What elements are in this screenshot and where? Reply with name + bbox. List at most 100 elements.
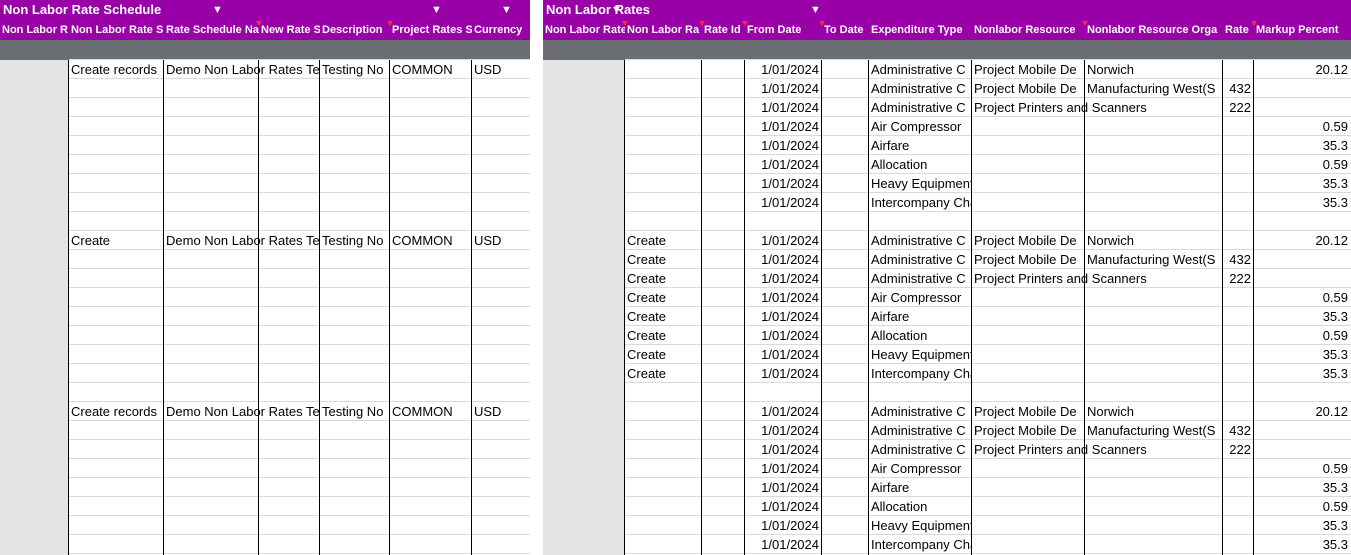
table-cell[interactable]: 222 — [1223, 98, 1254, 117]
table-cell[interactable]: USD — [472, 231, 530, 250]
table-cell[interactable]: 20.12 — [1254, 402, 1351, 421]
table-cell[interactable]: Project Mobile De — [972, 79, 1085, 98]
table-cell[interactable]: 0.59 — [1254, 155, 1351, 174]
table-cell[interactable]: Administrative C — [869, 231, 972, 250]
table-cell[interactable]: COMMON — [390, 231, 472, 250]
table-cell[interactable]: 1/01/2024 — [745, 440, 822, 459]
table-cell[interactable]: Administrative C — [869, 402, 972, 421]
table-cell[interactable]: Create — [625, 307, 702, 326]
filter-dropdown-icon[interactable]: ▼ — [611, 3, 622, 17]
table-cell[interactable]: Manufacturing West(S — [1085, 250, 1223, 269]
table-cell[interactable]: Air Compressor — [869, 459, 972, 478]
table-cell[interactable]: 1/01/2024 — [745, 497, 822, 516]
column-header[interactable]: Non Labor R — [0, 21, 69, 40]
table-cell[interactable]: Create — [69, 231, 164, 250]
table-cell[interactable]: 1/01/2024 — [745, 535, 822, 554]
table-cell[interactable]: Project Mobile De — [972, 402, 1085, 421]
table-cell[interactable]: COMMON — [390, 60, 472, 79]
table-cell[interactable]: Administrative C — [869, 440, 972, 459]
table-cell[interactable]: Allocation — [869, 155, 972, 174]
table-cell[interactable]: 20.12 — [1254, 60, 1351, 79]
table-cell[interactable]: 0.59 — [1254, 288, 1351, 307]
table-cell[interactable]: Project Printers and Scanners — [972, 98, 1223, 117]
table-cell[interactable]: 1/01/2024 — [745, 193, 822, 212]
table-cell[interactable]: Intercompany Charge — [869, 535, 972, 554]
table-cell[interactable]: Allocation — [869, 497, 972, 516]
panel-splitter[interactable] — [530, 0, 543, 555]
table-cell[interactable]: 1/01/2024 — [745, 288, 822, 307]
table-cell[interactable]: Intercompany Charge — [869, 364, 972, 383]
table-cell[interactable]: Project Mobile De — [972, 231, 1085, 250]
table-cell[interactable]: Demo Non Labor Rates Te — [164, 60, 320, 79]
table-cell[interactable]: Airfare — [869, 307, 972, 326]
table-cell[interactable]: Testing No — [320, 60, 390, 79]
filter-dropdown-icon[interactable]: ▼ — [431, 3, 442, 17]
table-cell[interactable]: Project Mobile De — [972, 250, 1085, 269]
table-cell[interactable]: COMMON — [390, 402, 472, 421]
table-cell[interactable]: USD — [472, 60, 530, 79]
table-cell[interactable]: Testing No — [320, 402, 390, 421]
table-cell[interactable]: Heavy Equipment.Crane — [869, 345, 972, 364]
table-cell[interactable]: Heavy Equipment.Crane — [869, 174, 972, 193]
column-header[interactable]: Rate Id — [702, 21, 745, 40]
table-cell[interactable]: Air Compressor — [869, 117, 972, 136]
column-header[interactable]: Non Labor Ra — [625, 21, 702, 40]
table-cell[interactable]: 0.59 — [1254, 459, 1351, 478]
table-cell[interactable]: 1/01/2024 — [745, 250, 822, 269]
column-header[interactable]: From Date — [745, 21, 822, 40]
column-header[interactable]: Currency — [472, 21, 530, 40]
column-header[interactable]: To Date — [822, 21, 869, 40]
table-cell[interactable]: 1/01/2024 — [745, 478, 822, 497]
table-cell[interactable]: Project Printers and Scanners — [972, 269, 1223, 288]
column-header[interactable]: Rate Schedule Na — [164, 21, 259, 40]
column-header[interactable]: Non Labor Rate — [543, 21, 625, 40]
table-cell[interactable]: 1/01/2024 — [745, 421, 822, 440]
table-cell[interactable]: 1/01/2024 — [745, 402, 822, 421]
table-cell[interactable]: 222 — [1223, 269, 1254, 288]
table-cell[interactable]: 1/01/2024 — [745, 231, 822, 250]
table-cell[interactable]: 0.59 — [1254, 326, 1351, 345]
table-cell[interactable]: 35.3 — [1254, 136, 1351, 155]
table-cell[interactable]: 1/01/2024 — [745, 269, 822, 288]
table-cell[interactable]: Administrative C — [869, 269, 972, 288]
table-cell[interactable]: Create records — [69, 402, 164, 421]
table-cell[interactable]: 1/01/2024 — [745, 98, 822, 117]
table-cell[interactable]: 1/01/2024 — [745, 364, 822, 383]
table-cell[interactable]: Create — [625, 231, 702, 250]
table-cell[interactable]: 35.3 — [1254, 174, 1351, 193]
filter-dropdown-icon[interactable]: ▼ — [212, 3, 223, 17]
column-header[interactable]: Description — [320, 21, 390, 40]
table-cell[interactable]: 1/01/2024 — [745, 326, 822, 345]
table-cell[interactable]: Air Compressor — [869, 288, 972, 307]
column-header[interactable]: Expenditure Type — [869, 21, 972, 40]
table-cell[interactable]: 1/01/2024 — [745, 459, 822, 478]
table-cell[interactable]: 432 — [1223, 421, 1254, 440]
table-cell[interactable]: Create — [625, 269, 702, 288]
table-cell[interactable]: Project Printers and Scanners — [972, 440, 1223, 459]
table-cell[interactable]: 35.3 — [1254, 478, 1351, 497]
table-cell[interactable]: Heavy Equipment.Crane — [869, 516, 972, 535]
table-cell[interactable]: 432 — [1223, 250, 1254, 269]
table-cell[interactable]: Norwich — [1085, 231, 1223, 250]
table-cell[interactable]: Manufacturing West(S — [1085, 421, 1223, 440]
table-cell[interactable]: Administrative C — [869, 421, 972, 440]
table-cell[interactable]: Create — [625, 345, 702, 364]
table-cell[interactable]: Norwich — [1085, 60, 1223, 79]
filter-dropdown-icon[interactable]: ▼ — [501, 3, 512, 17]
column-header[interactable]: Nonlabor Resource — [972, 21, 1085, 40]
table-cell[interactable]: Demo Non Labor Rates Te — [164, 231, 320, 250]
table-cell[interactable]: Create — [625, 364, 702, 383]
table-cell[interactable]: 35.3 — [1254, 193, 1351, 212]
table-cell[interactable]: 1/01/2024 — [745, 155, 822, 174]
table-cell[interactable]: Create — [625, 250, 702, 269]
table-cell[interactable]: Administrative C — [869, 60, 972, 79]
table-cell[interactable]: 35.3 — [1254, 307, 1351, 326]
table-cell[interactable]: Administrative C — [869, 250, 972, 269]
table-cell[interactable]: 1/01/2024 — [745, 345, 822, 364]
table-cell[interactable]: 35.3 — [1254, 345, 1351, 364]
table-cell[interactable]: Administrative C — [869, 79, 972, 98]
column-header[interactable]: Project Rates S — [390, 21, 472, 40]
table-cell[interactable]: 432 — [1223, 79, 1254, 98]
table-cell[interactable]: Create — [625, 326, 702, 345]
table-cell[interactable]: 1/01/2024 — [745, 79, 822, 98]
